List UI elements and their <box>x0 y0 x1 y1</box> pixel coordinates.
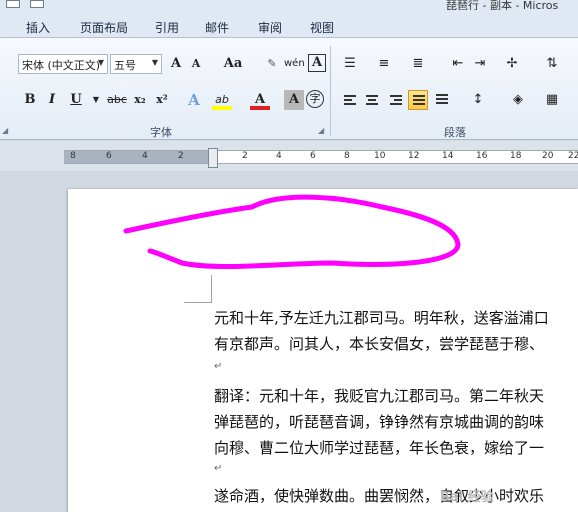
ruler-margin <box>64 151 210 163</box>
ruler-number: 2 <box>242 151 248 161</box>
ruler-number: 8 <box>70 151 76 161</box>
ruler-number: 4 <box>142 151 148 161</box>
multilevel-list-button[interactable]: ≣ <box>408 54 428 74</box>
tab-insert[interactable]: 插入 <box>26 19 50 36</box>
numbering-button[interactable]: ≡ <box>374 54 394 74</box>
freehand-annotation <box>123 194 461 270</box>
ruler-number: 16 <box>476 151 488 161</box>
shading-button[interactable]: ◈ <box>508 90 528 110</box>
document-line[interactable]: 元和十年,予左迁九江郡司马。明年秋，送客溢浦口 <box>214 307 549 328</box>
ruler-number: 4 <box>276 151 282 161</box>
decrease-indent-button[interactable]: ⇤ <box>448 54 468 74</box>
tab-references[interactable]: 引用 <box>155 19 179 36</box>
tab-mailings[interactable]: 邮件 <box>205 19 229 36</box>
chinese-layout-button[interactable]: ✢ <box>502 54 522 74</box>
italic-button[interactable]: I <box>42 90 62 110</box>
chevron-down-icon[interactable]: ▼ <box>86 90 106 110</box>
sort-button[interactable]: ⇅ <box>542 54 562 74</box>
superscript-button[interactable]: x² <box>152 90 172 110</box>
distributed-button[interactable] <box>432 90 452 110</box>
underline-button[interactable]: U <box>66 90 86 110</box>
ruler-number: 14 <box>442 151 454 161</box>
char-shading-button[interactable]: A <box>284 90 304 110</box>
text-effect-button[interactable]: A <box>184 90 204 110</box>
subscript-button[interactable]: x₂ <box>130 90 150 110</box>
indent-marker[interactable] <box>208 148 218 168</box>
font-name-value: 宋体 (中文正文) <box>22 59 101 72</box>
ruler-number: 20 <box>542 151 554 161</box>
ruler-number: 22 <box>568 151 578 161</box>
watermark: Bai 经验 <box>440 490 494 505</box>
align-center-button[interactable] <box>362 90 382 110</box>
ruler-number: 8 <box>344 151 350 161</box>
char-border-button[interactable]: A <box>308 54 326 72</box>
ruler-number: 2 <box>178 151 184 161</box>
chevron-down-icon: ▼ <box>97 58 104 67</box>
ruler-number: 18 <box>510 151 522 161</box>
tab-review[interactable]: 审阅 <box>258 19 282 36</box>
font-size-select[interactable]: 五号 ▼ <box>110 54 162 74</box>
change-case-button[interactable]: Aa <box>220 54 246 74</box>
ribbon-tabs: 插入 页面布局 引用 邮件 审阅 视图 <box>0 10 578 38</box>
bold-button[interactable]: B <box>20 90 40 110</box>
ruler-number: 6 <box>106 151 112 161</box>
ruler-number: 12 <box>408 151 420 161</box>
paragraph-mark: ↵ <box>214 463 223 474</box>
font-name-select[interactable]: 宋体 (中文正文) ▼ <box>18 54 108 74</box>
strikethrough-button[interactable]: abc <box>104 90 130 110</box>
ruler-number: 6 <box>310 151 316 161</box>
enclose-char-button[interactable]: 字 <box>306 90 324 108</box>
group-font-label: 字体 <box>150 126 172 139</box>
pinyin-guide-button[interactable]: wén <box>284 54 305 74</box>
dialog-launcher-icon[interactable]: ◢ <box>318 126 324 135</box>
undo-icon[interactable] <box>30 0 44 8</box>
grow-font-button[interactable]: A <box>166 54 186 74</box>
borders-button[interactable]: ▦ <box>542 90 562 110</box>
horizontal-ruler[interactable]: 8 6 4 2 2 4 6 8 10 12 14 16 18 20 22 <box>64 150 578 164</box>
align-left-button[interactable] <box>340 90 360 110</box>
document-line[interactable]: 有京都声。问其人，本长安倡女，尝学琵琶于穆、 <box>214 333 544 354</box>
justify-button[interactable] <box>408 90 428 110</box>
document-line[interactable]: 遂命酒，使快弹数曲。曲罢悯然，自叙少小时欢乐 <box>214 485 544 506</box>
ruler-number: 10 <box>374 151 386 161</box>
tab-page-layout[interactable]: 页面布局 <box>80 19 128 36</box>
paragraph-mark: ↵ <box>214 361 223 372</box>
group-separator <box>330 46 331 136</box>
line-spacing-button[interactable]: ↕ <box>468 90 488 110</box>
tab-view[interactable]: 视图 <box>310 19 334 36</box>
document-line[interactable]: 翻译：元和十年，我贬官九江郡司马。第二年秋天 <box>214 385 544 406</box>
ruler-bar: 8 6 4 2 2 4 6 8 10 12 14 16 18 20 22 <box>0 141 578 171</box>
align-right-button[interactable] <box>386 90 406 110</box>
bullets-button[interactable]: ☰ <box>340 54 360 74</box>
document-line[interactable]: 弹琵琶的，听琵琶音调，铮铮然有京城曲调的韵味 <box>214 411 544 432</box>
chevron-down-icon: ▼ <box>151 58 158 67</box>
highlight-button[interactable]: ab <box>212 90 232 110</box>
save-icon[interactable] <box>6 0 20 8</box>
dialog-launcher-icon[interactable]: ◢ <box>2 126 8 135</box>
document-workspace: 元和十年,予左迁九江郡司马。明年秋，送客溢浦口 有京都声。问其人，本长安倡女，尝… <box>0 171 578 512</box>
title-bar: 琵琶行 - 副本 - Micros <box>0 0 578 12</box>
font-color-button[interactable]: A <box>250 90 270 110</box>
shrink-font-button[interactable]: A <box>186 54 206 74</box>
font-size-value: 五号 <box>114 59 136 72</box>
increase-indent-button[interactable]: ⇥ <box>470 54 490 74</box>
document-line[interactable]: 向穆、曹二位大师学过琵琶，年长色衰，嫁给了一 <box>214 437 544 458</box>
clear-format-button[interactable]: ✎ <box>262 54 282 74</box>
ribbon-home: 宋体 (中文正文) ▼ 五号 ▼ A A Aa ✎ wén A B I U ▼ … <box>0 38 578 140</box>
group-paragraph-label: 段落 <box>444 126 466 139</box>
